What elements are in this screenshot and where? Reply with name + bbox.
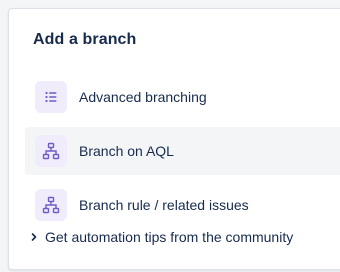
- hierarchy-icon: [35, 189, 67, 221]
- branch-option-label: Branch on AQL: [79, 143, 174, 159]
- branch-option-label: Advanced branching: [79, 89, 207, 105]
- branch-option-advanced-branching[interactable]: Advanced branching: [25, 73, 340, 121]
- branch-option-branch-rule-related-issues[interactable]: Branch rule / related issues: [25, 181, 340, 229]
- automation-tips-label: Get automation tips from the community: [45, 229, 294, 245]
- panel-title: Add a branch: [33, 31, 137, 48]
- automation-tips-link[interactable]: Get automation tips from the community: [29, 229, 293, 245]
- hierarchy-icon: [35, 135, 67, 167]
- branch-option-label: Branch rule / related issues: [79, 197, 249, 213]
- list-icon: [35, 81, 67, 113]
- chevron-right-icon: [29, 231, 39, 243]
- branch-option-branch-on-aql[interactable]: Branch on AQL: [25, 127, 340, 175]
- add-branch-panel: Add a branch Advanced branching Branch o…: [8, 8, 340, 270]
